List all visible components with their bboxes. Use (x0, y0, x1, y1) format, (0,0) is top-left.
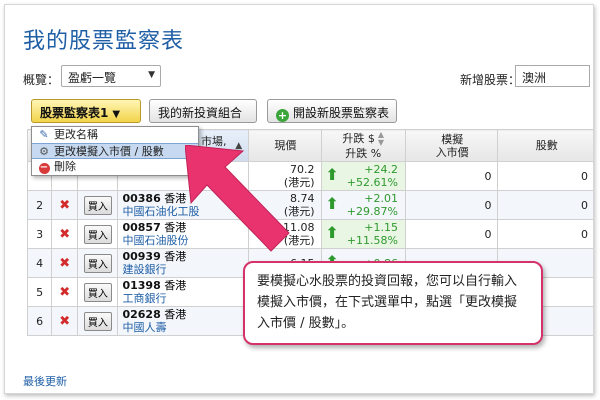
stock-cell: 02628 香港 中國人壽 (117, 306, 250, 336)
buy-cell: 買入 (77, 277, 119, 307)
delete-x-icon[interactable]: ✖ (59, 227, 70, 242)
stock-code[interactable]: 00386 (122, 192, 160, 205)
header-shares[interactable]: 股數 (497, 129, 593, 162)
stock-code[interactable]: 01398 (122, 279, 160, 292)
sort-icon: ▲ ▼ (377, 130, 385, 147)
cog-icon: ⚙ (39, 145, 49, 158)
buy-cell: 買入 (77, 190, 119, 220)
change-cell: ⬆ +1.15 +11.58% (320, 219, 406, 249)
stock-name[interactable]: 中國石油股份 (122, 234, 188, 247)
stock-cell: 01398 香港 工商銀行 (117, 277, 250, 307)
sim-cost-cell: 0 (404, 219, 499, 249)
stock-code[interactable]: 00857 (122, 221, 160, 234)
pointer-arrow-icon (185, 145, 290, 252)
delete-row-cell: ✖ (51, 277, 79, 307)
watchlist-button-label: 股票監察表1 (40, 106, 109, 120)
delete-icon-wrap: − (38, 159, 50, 175)
sim-cost-cell: 0 (404, 190, 499, 220)
watchlist-menu-button[interactable]: 股票監察表1 ▼ (31, 99, 141, 123)
delete-x-icon[interactable]: ✖ (59, 198, 70, 213)
row-number: 4 (26, 248, 53, 278)
plus-icon: + (276, 109, 289, 122)
stock-code[interactable]: 00939 (122, 250, 160, 263)
header-shares-label: 股數 (535, 139, 558, 152)
menu-item-edit-sim-price-label: 更改模擬入市價 / 股數 (54, 145, 164, 158)
add-stock-label: 新增股票： (460, 73, 521, 87)
header-change-label-2: 升跌 % (345, 147, 382, 160)
stock-code[interactable]: 02628 (122, 308, 160, 321)
portfolio-button[interactable]: 我的新投資組合 (149, 99, 257, 123)
change-cell: ⬆ +24.2 +52.61% (320, 161, 406, 191)
menu-item-rename-label: 更改名稱 (54, 128, 98, 141)
stock-market: 香港 (164, 250, 187, 263)
stock-name[interactable]: 工商銀行 (122, 292, 166, 305)
menu-item-delete[interactable]: − 刪除 (32, 159, 198, 175)
delete-x-icon[interactable]: ✖ (59, 256, 70, 271)
chevron-down-icon: ▼ (148, 70, 155, 80)
overview-select[interactable]: 盈虧一覽 ▼ (61, 65, 161, 87)
buy-button[interactable]: 買入 (83, 224, 112, 244)
menu-item-edit-sim-price[interactable]: ⚙ 更改模擬入市價 / 股數 (32, 143, 198, 159)
overview-selected-value: 盈虧一覽 (68, 71, 117, 85)
delete-row-cell: ✖ (51, 190, 79, 220)
pencil-icon: ✎ (39, 128, 49, 141)
row-number: 2 (26, 190, 53, 220)
menu-item-delete-label: 刪除 (54, 160, 76, 173)
buy-button[interactable]: 買入 (83, 282, 112, 302)
table-row: 3 ✖ 買入 00857 香港 中國石油股份 11.08 (港元) ⬆ +1.1… (26, 219, 593, 249)
up-arrow-icon: ⬆ (325, 223, 339, 242)
menu-item-rename[interactable]: ✎ 更改名稱 (32, 127, 198, 143)
change-cell: ⬆ +2.01 +29.87% (320, 190, 406, 220)
shares-cell: 0 (497, 219, 593, 249)
minus-icon: − (38, 162, 50, 174)
new-watchlist-button[interactable]: + 開設新股票監察表 (267, 99, 397, 123)
header-change[interactable]: 升跌 $ ▲ ▼ 升跌 % (320, 129, 406, 162)
row-number: 3 (26, 219, 53, 249)
stock-name[interactable]: 中國人壽 (122, 321, 166, 334)
up-arrow-icon: ⬆ (325, 165, 339, 184)
last-updated-link[interactable]: 最後更新 (23, 373, 67, 389)
buy-button[interactable]: 買入 (83, 311, 112, 331)
delete-x-icon[interactable]: ✖ (59, 314, 70, 329)
delete-row-cell: ✖ (51, 306, 79, 336)
delete-row-cell: ✖ (51, 219, 79, 249)
watchlist-dropdown-menu: ✎ 更改名稱 ⚙ 更改模擬入市價 / 股數 − 刪除 (31, 126, 199, 176)
stock-market: 香港 (164, 221, 187, 234)
up-arrow-icon: ⬆ (325, 194, 339, 213)
buy-cell: 買入 (77, 306, 119, 336)
buy-button[interactable]: 買入 (83, 195, 112, 215)
buy-button[interactable]: 買入 (83, 253, 112, 273)
shares-cell: 0 (497, 161, 593, 191)
sim-cost-cell: 0 (404, 161, 499, 191)
buy-cell: 買入 (77, 219, 119, 249)
new-watchlist-label: 開設新股票監察表 (293, 106, 390, 120)
header-sim-cost[interactable]: 模擬 入市價 (404, 129, 499, 162)
caret-down-icon: ▼ (112, 109, 121, 120)
app-window: 我的股票監察表 概覽： 盈虧一覽 ▼ 新增股票： 澳洲 股票監察表1 ▼ 我的新投… (4, 4, 594, 394)
row-number: 5 (26, 277, 53, 307)
add-stock-input[interactable]: 澳洲 (515, 65, 590, 87)
stock-market: 香港 (164, 192, 187, 205)
delete-x-icon[interactable]: ✖ (59, 285, 70, 300)
stock-name[interactable]: 建設銀行 (122, 263, 166, 276)
instruction-callout: 要模擬心水股票的投資回報，您可以自行輸入模擬入市價，在下式選單中，點選「更改模擬… (243, 261, 543, 345)
shares-cell: 0 (497, 190, 593, 220)
delete-row-cell: ✖ (51, 248, 79, 278)
overview-label: 概覽： (23, 73, 60, 87)
table-row: 2 ✖ 買入 00386 香港 中國石油化工股 8.74 (港元) ⬆ +2.0… (26, 190, 593, 220)
buy-cell: 買入 (77, 248, 119, 278)
stock-market: 香港 (164, 308, 187, 321)
page-title: 我的股票監察表 (23, 29, 185, 54)
row-number: 6 (26, 306, 53, 336)
stock-market: 香港 (164, 279, 187, 292)
header-change-label-1: 升跌 $ (342, 132, 375, 145)
